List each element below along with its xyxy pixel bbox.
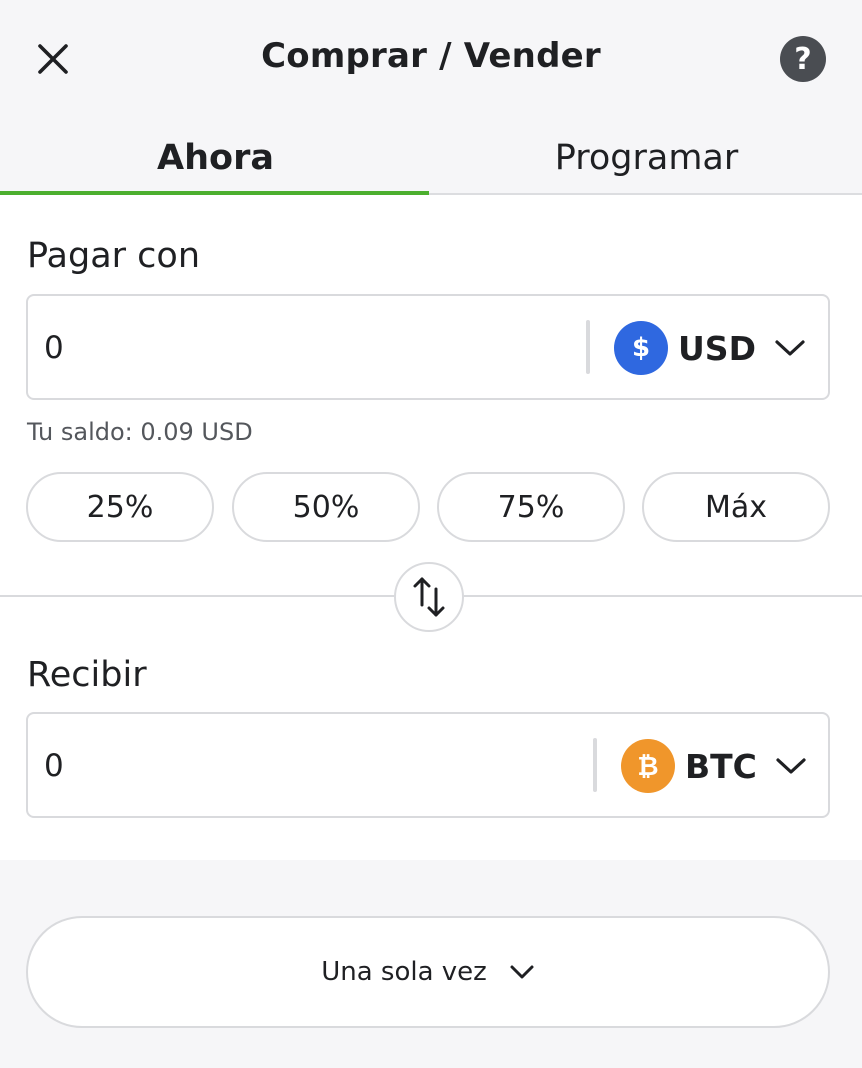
header: Comprar / Vender ? xyxy=(0,0,862,120)
chevron-down-icon xyxy=(774,338,806,358)
tab-programar[interactable]: Programar xyxy=(431,120,862,195)
usd-coin-icon: $ xyxy=(614,321,668,375)
balance-text: Tu saldo: 0.09 USD xyxy=(27,418,253,446)
receive-currency-code: BTC xyxy=(685,746,757,786)
btc-symbol: ₿ xyxy=(637,751,659,782)
tab-ahora[interactable]: Ahora xyxy=(0,120,431,195)
pay-label: Pagar con xyxy=(27,236,201,276)
receive-currency-select[interactable]: ₿ BTC xyxy=(621,734,807,798)
usd-symbol: $ xyxy=(631,333,651,363)
receive-amount-input[interactable] xyxy=(44,736,564,796)
swap-arrows-icon xyxy=(413,577,445,617)
chevron-down-icon xyxy=(509,964,535,980)
pct-75-button[interactable]: 75% xyxy=(437,472,625,542)
pct-50-button[interactable]: 50% xyxy=(232,472,420,542)
pay-currency-code: USD xyxy=(678,328,756,368)
chevron-down-icon xyxy=(775,756,807,776)
max-button[interactable]: Máx xyxy=(642,472,830,542)
help-button[interactable]: ? xyxy=(780,36,826,82)
receive-label: Recibir xyxy=(27,655,147,695)
swap-button[interactable] xyxy=(394,562,464,632)
page-title: Comprar / Vender xyxy=(261,36,601,76)
receive-amount-box: ₿ BTC xyxy=(26,712,830,818)
pay-currency-select[interactable]: $ USD xyxy=(614,316,806,380)
pay-amount-box: $ USD xyxy=(26,294,830,400)
btc-coin-icon: ₿ xyxy=(621,739,675,793)
help-icon: ? xyxy=(794,41,812,77)
field-divider xyxy=(586,320,590,374)
frequency-label: Una sola vez xyxy=(321,957,487,987)
active-tab-indicator xyxy=(0,191,429,195)
field-divider xyxy=(593,738,597,792)
pct-25-button[interactable]: 25% xyxy=(26,472,214,542)
tab-bar: Ahora Programar xyxy=(0,120,862,195)
frequency-select-button[interactable]: Una sola vez xyxy=(26,916,830,1028)
pay-amount-input[interactable] xyxy=(44,318,564,378)
